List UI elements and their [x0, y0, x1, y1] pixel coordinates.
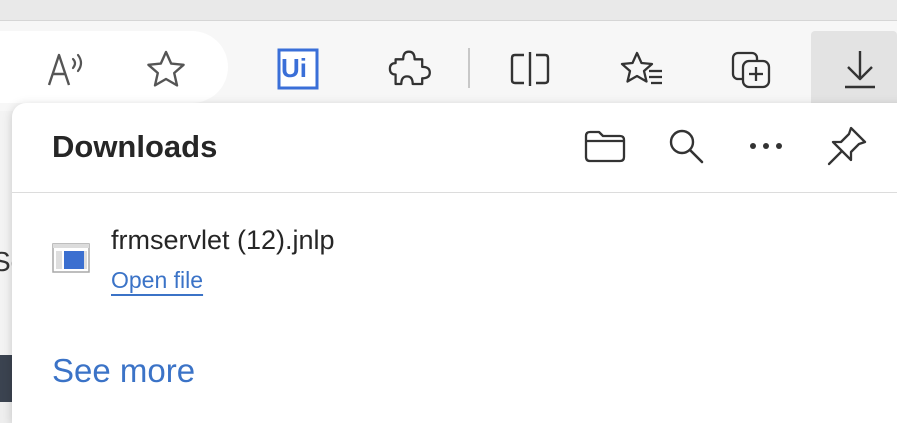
tab-strip	[0, 0, 897, 21]
pin-downloads-icon[interactable]	[824, 123, 870, 169]
more-options-icon[interactable]	[743, 123, 789, 169]
open-downloads-folder-icon[interactable]	[582, 123, 628, 169]
uipath-label: Ui	[281, 53, 307, 83]
browser-toolbar: Ui	[0, 21, 897, 121]
read-aloud-icon[interactable]	[38, 41, 94, 97]
collections-icon[interactable]	[724, 41, 780, 97]
split-screen-icon[interactable]	[502, 41, 558, 97]
download-file-name: frmservlet (12).jnlp	[111, 225, 335, 255]
extensions-puzzle-icon[interactable]	[382, 41, 438, 97]
see-more-link[interactable]: See more	[52, 352, 195, 390]
open-file-link[interactable]: Open file	[111, 267, 203, 294]
add-favorite-star-icon[interactable]	[138, 41, 194, 97]
jnlp-file-icon	[52, 241, 90, 277]
uipath-extension-icon[interactable]: Ui	[270, 41, 326, 97]
downloads-title: Downloads	[52, 129, 218, 164]
downloads-icon[interactable]	[832, 41, 888, 97]
search-downloads-icon[interactable]	[663, 123, 709, 169]
downloads-flyout: Downloads frmservlet (12).jnlp Open file…	[12, 103, 897, 423]
flyout-divider	[12, 192, 897, 193]
toolbar-separator	[468, 48, 470, 88]
download-item[interactable]: frmservlet (12).jnlp Open file	[12, 211, 892, 301]
favorites-list-icon[interactable]	[614, 41, 670, 97]
